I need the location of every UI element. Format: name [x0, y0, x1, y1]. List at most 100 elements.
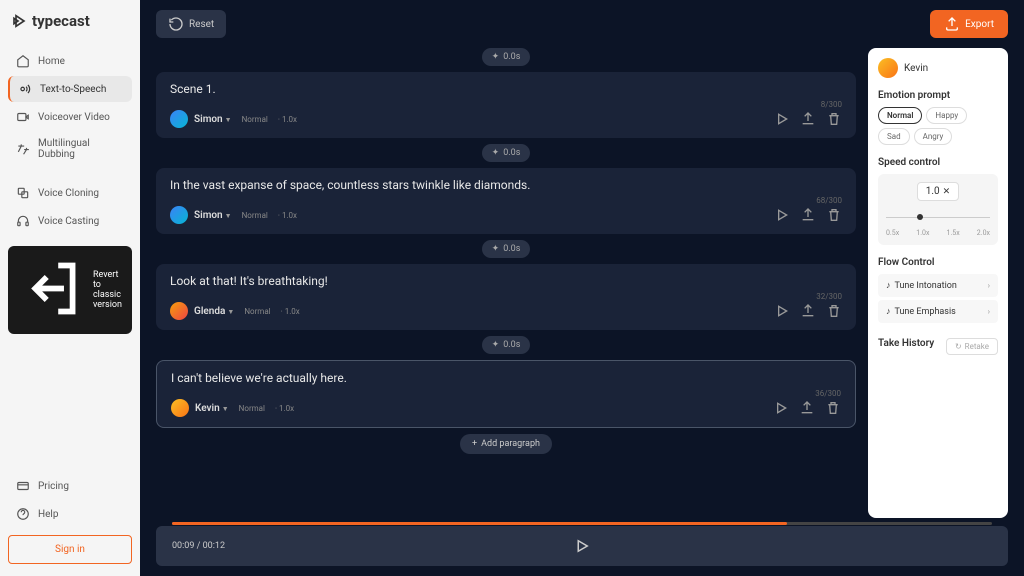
timing-chip[interactable]: ✦0.0s [482, 48, 531, 66]
voice-speed: · 1.0x [275, 404, 294, 413]
emotion-chip-sad[interactable]: Sad [878, 128, 910, 145]
flow-item[interactable]: ♪Tune Emphasis› [878, 300, 998, 323]
retake-icon: ↻ [955, 342, 962, 351]
speed-slider[interactable] [886, 209, 990, 225]
revert-label: Revert to classic version [93, 270, 122, 310]
undo-icon [168, 16, 184, 32]
char-count: 36/300 [815, 389, 841, 398]
flow-title: Flow Control [878, 257, 998, 268]
properties-panel: Kevin Emotion prompt NormalHappySadAngry… [868, 48, 1008, 518]
chevron-right-icon: › [988, 281, 990, 290]
sidebar-item-tts[interactable]: Text-to-Speech [8, 76, 132, 102]
flow-item[interactable]: ♪Tune Intonation› [878, 274, 998, 297]
trash-icon[interactable] [826, 303, 842, 319]
retake-label: Retake [965, 342, 989, 351]
voice-selector[interactable]: Kevin▼ [195, 403, 229, 414]
timing-chip[interactable]: ✦0.0s [482, 336, 531, 354]
clock-icon: ✦ [492, 52, 500, 62]
sidebar-item-label: Home [38, 56, 65, 67]
brand-name: typecast [32, 12, 90, 30]
emotion-prompt-title: Emotion prompt [878, 90, 998, 101]
play-icon[interactable] [774, 303, 790, 319]
voice-avatar [171, 399, 189, 417]
sidebar-item-cloning[interactable]: Voice Cloning [8, 180, 132, 206]
card-icon [16, 479, 30, 493]
export-label: Export [965, 19, 994, 30]
sidebar-item-label: Voice Casting [38, 216, 99, 227]
speed-tick: 1.0x [916, 229, 929, 237]
sidebar-item-dubbing[interactable]: Multilingual Dubbing [8, 132, 132, 166]
speed-value: 1.0 [926, 186, 940, 197]
paragraph-text[interactable]: Scene 1. [170, 82, 842, 96]
home-icon [16, 54, 30, 68]
emotion-chip-happy[interactable]: Happy [926, 107, 967, 124]
voice-avatar [170, 110, 188, 128]
signin-button[interactable]: Sign in [8, 535, 132, 564]
sidebar-item-casting[interactable]: Voice Casting [8, 208, 132, 234]
help-icon [16, 507, 30, 521]
timing-chip[interactable]: ✦0.0s [482, 240, 531, 258]
plus-icon: + [472, 439, 477, 449]
play-icon[interactable] [773, 400, 789, 416]
sidebar-item-help[interactable]: Help [8, 501, 132, 527]
voice-avatar [170, 206, 188, 224]
sidebar-item-label: Pricing [38, 481, 69, 492]
sidebar-item-label: Voice Cloning [38, 188, 99, 199]
play-icon[interactable] [774, 207, 790, 223]
voice-speed: · 1.0x [278, 211, 297, 220]
brand-logo[interactable]: typecast [8, 12, 132, 30]
upload-icon[interactable] [800, 207, 816, 223]
paragraph-text[interactable]: I can't believe we're actually here. [171, 371, 841, 385]
logo-icon [12, 13, 28, 29]
play-icon[interactable] [774, 111, 790, 127]
speed-title: Speed control [878, 157, 998, 168]
char-count: 68/300 [816, 196, 842, 205]
export-button[interactable]: Export [930, 10, 1008, 38]
voice-selector[interactable]: Simon▼ [194, 210, 232, 221]
paragraph-text[interactable]: Look at that! It's breathtaking! [170, 274, 842, 288]
speed-tick: 1.5x [947, 229, 960, 237]
close-icon[interactable]: ✕ [943, 187, 951, 197]
clock-icon: ✦ [492, 340, 500, 350]
paragraph-block[interactable]: I can't believe we're actually here. 36/3… [156, 360, 856, 428]
upload-icon[interactable] [799, 400, 815, 416]
sidebar-item-label: Help [38, 509, 58, 520]
note-icon: ♪ [886, 307, 891, 317]
voice-emotion: Normal [242, 211, 268, 220]
trash-icon[interactable] [825, 400, 841, 416]
emotion-chip-angry[interactable]: Angry [914, 128, 953, 145]
audio-player: 00:09 / 00:12 [156, 526, 1008, 566]
trash-icon[interactable] [826, 111, 842, 127]
reset-button[interactable]: Reset [156, 10, 226, 38]
trash-icon[interactable] [826, 207, 842, 223]
timing-chip[interactable]: ✦0.0s [482, 144, 531, 162]
paragraph-text[interactable]: In the vast expanse of space, countless … [170, 178, 842, 192]
revert-button[interactable]: Revert to classic version [8, 246, 132, 334]
upload-icon[interactable] [800, 303, 816, 319]
progress-track[interactable] [172, 522, 992, 525]
retake-button[interactable]: ↻ Retake [946, 338, 998, 355]
sidebar-item-home[interactable]: Home [8, 48, 132, 74]
upload-icon[interactable] [800, 111, 816, 127]
upload-icon [944, 16, 960, 32]
voice-speed: · 1.0x [281, 307, 300, 316]
voice-selector[interactable]: Simon▼ [194, 114, 232, 125]
add-paragraph-button[interactable]: +Add paragraph [460, 434, 552, 454]
play-button[interactable] [573, 537, 591, 555]
paragraph-block[interactable]: Scene 1.8/300Simon▼Normal· 1.0x [156, 72, 856, 138]
sidebar-item-voiceover[interactable]: Voiceover Video [8, 104, 132, 130]
char-count: 8/300 [821, 100, 842, 109]
voice-emotion: Normal [239, 404, 265, 413]
sidebar-item-label: Voiceover Video [38, 112, 110, 123]
tts-icon [18, 82, 32, 96]
sidebar-item-pricing[interactable]: Pricing [8, 473, 132, 499]
exit-icon [18, 254, 87, 326]
char-count: 32/300 [816, 292, 842, 301]
paragraph-block[interactable]: Look at that! It's breathtaking! 32/300 Gl… [156, 264, 856, 330]
speed-value-chip[interactable]: 1.0 ✕ [917, 182, 959, 201]
emotion-chip-normal[interactable]: Normal [878, 107, 922, 124]
voice-selector[interactable]: Glenda▼ [194, 306, 234, 317]
video-icon [16, 110, 30, 124]
paragraph-block[interactable]: In the vast expanse of space, countless … [156, 168, 856, 234]
sidebar-item-label: Multilingual Dubbing [38, 138, 124, 160]
